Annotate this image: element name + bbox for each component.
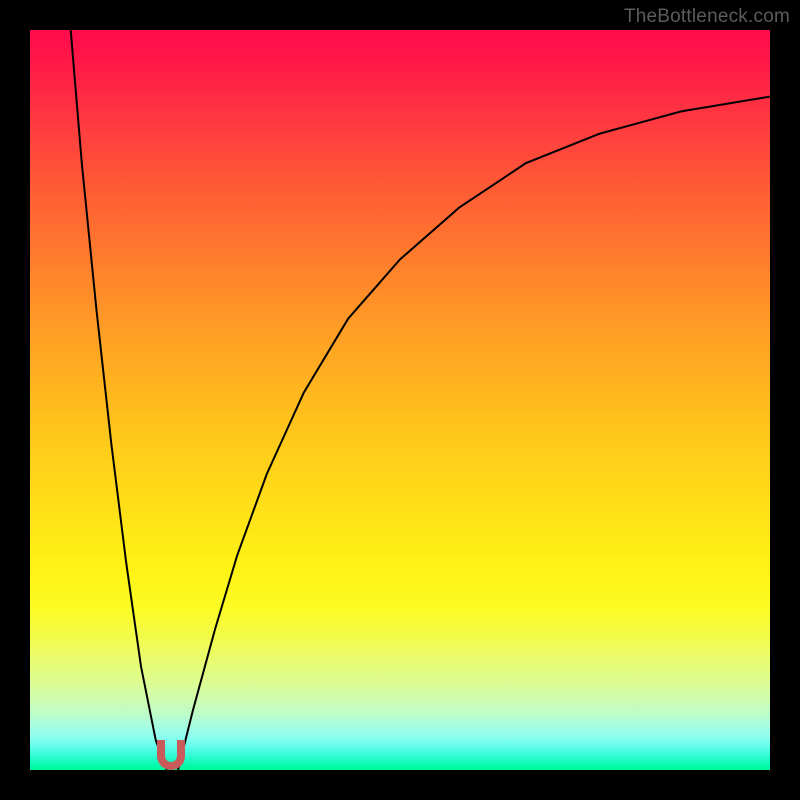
chart-frame: TheBottleneck.com: [0, 0, 800, 800]
plot-area: [30, 30, 770, 770]
curve-left-branch: [71, 30, 167, 770]
curve-right-branch: [178, 97, 770, 770]
watermark-text: TheBottleneck.com: [624, 6, 790, 28]
minimum-marker: [157, 740, 185, 770]
curve-layer: [30, 30, 770, 770]
